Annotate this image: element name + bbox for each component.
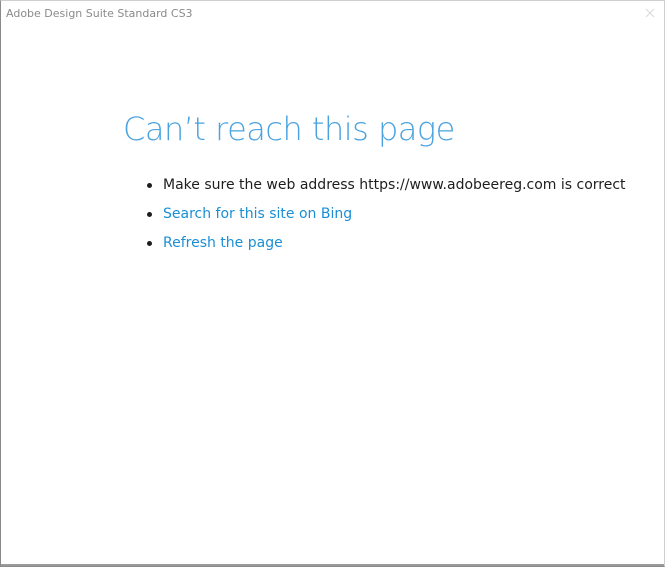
check-address-text: Make sure the web address https://www.ad… <box>163 177 626 193</box>
suggestion-search: Search for this site on Bing <box>123 200 644 229</box>
bullet-icon <box>147 212 152 217</box>
error-content: Can’t reach this page Make sure the web … <box>123 105 644 258</box>
close-icon <box>645 8 655 18</box>
bullet-icon <box>147 183 152 188</box>
suggestion-refresh: Refresh the page <box>123 229 644 258</box>
window-bottom-border <box>1 564 664 566</box>
close-button[interactable] <box>642 5 658 21</box>
error-heading: Can’t reach this page <box>123 110 455 148</box>
bullet-icon <box>147 241 152 246</box>
refresh-page-link[interactable]: Refresh the page <box>163 235 283 251</box>
window-title: Adobe Design Suite Standard CS3 <box>6 7 193 20</box>
title-bar: Adobe Design Suite Standard CS3 <box>1 1 664 27</box>
suggestion-check-address: Make sure the web address https://www.ad… <box>123 171 644 200</box>
suggestion-list: Make sure the web address https://www.ad… <box>123 171 644 258</box>
search-bing-link[interactable]: Search for this site on Bing <box>163 206 352 222</box>
dialog-window: Adobe Design Suite Standard CS3 Can’t re… <box>0 0 665 567</box>
